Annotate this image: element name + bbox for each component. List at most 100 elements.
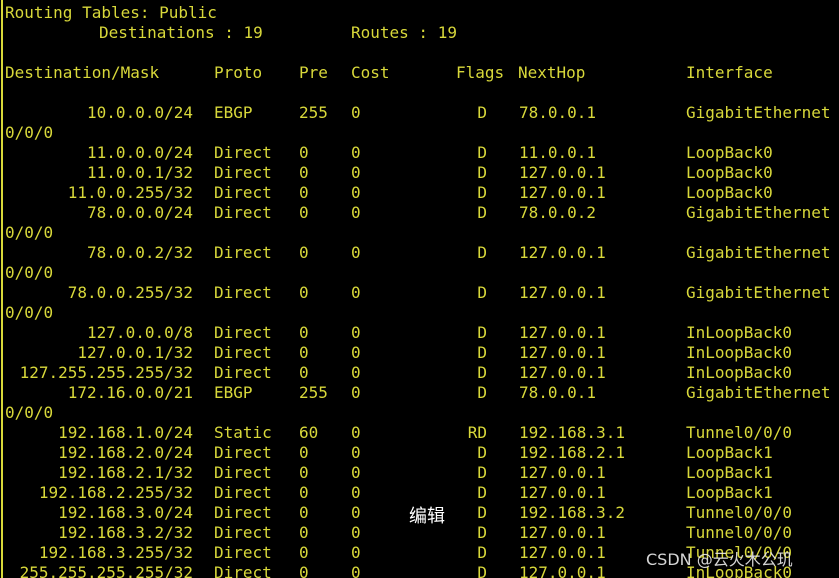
column-header-interface: Interface (686, 63, 773, 82)
route-cost: 0 (351, 183, 361, 202)
route-flags: D (477, 103, 487, 122)
route-destination: 192.168.3.255/32 (38, 543, 193, 562)
routing-table-title: Routing Tables: Public (5, 3, 217, 22)
route-nexthop: 78.0.0.1 (519, 383, 597, 402)
route-destination: 192.168.3.0/24 (58, 503, 193, 522)
route-preference: 0 (299, 463, 309, 482)
routing-table-title-line: Routing Tables: Public (0, 3, 839, 23)
table-row: 192.168.1.0/24 Static 60 0 RD 192.168.3.1 Tunn… (0, 423, 839, 443)
route-nexthop: 127.0.0.1 (519, 343, 606, 362)
route-destination: 192.168.2.1/32 (58, 463, 193, 482)
table-row-wrap: 0/0/0 (0, 403, 839, 423)
route-nexthop: 192.168.3.2 (519, 503, 625, 522)
route-destination: 192.168.3.2/32 (58, 523, 193, 542)
route-interface-wrap: 0/0/0 (5, 223, 54, 242)
route-nexthop: 127.0.0.1 (519, 283, 606, 302)
route-nexthop: 127.0.0.1 (519, 363, 606, 382)
route-destination: 10.0.0.0/24 (87, 103, 193, 122)
route-cost: 0 (351, 543, 361, 562)
route-preference: 0 (299, 243, 309, 262)
table-row: 11.0.0.1/32 Direct 0 0 D 127.0.0.1 LoopBack0 (0, 163, 839, 183)
route-preference: 255 (299, 103, 328, 122)
route-interface: GigabitEthernet (686, 103, 831, 122)
route-proto: Direct (214, 443, 272, 462)
route-interface: LoopBack0 (686, 183, 773, 202)
route-proto: Direct (214, 523, 272, 542)
route-preference: 0 (299, 323, 309, 342)
column-header-cost: Cost (351, 63, 390, 82)
route-flags: D (477, 443, 487, 462)
route-preference: 0 (299, 143, 309, 162)
route-interface: LoopBack0 (686, 163, 773, 182)
table-row: 192.168.2.0/24 Direct 0 0 D 192.168.2.1 LoopBa… (0, 443, 839, 463)
route-interface: LoopBack1 (686, 443, 773, 462)
table-row: 11.0.0.0/24 Direct 0 0 D 11.0.0.1 LoopBack0 (0, 143, 839, 163)
route-flags: D (477, 463, 487, 482)
terminal-window[interactable]: Routing Tables: Public Destinations : 19… (0, 0, 839, 578)
edit-button[interactable]: 编辑 (407, 502, 447, 528)
route-destination: 11.0.0.0/24 (87, 143, 193, 162)
route-proto: Direct (214, 143, 272, 162)
table-row: 78.0.0.255/32 Direct 0 0 D 127.0.0.1 GigabitEt… (0, 283, 839, 303)
route-proto: Direct (214, 183, 272, 202)
route-interface-wrap: 0/0/0 (5, 303, 54, 322)
route-nexthop: 127.0.0.1 (519, 543, 606, 562)
route-nexthop: 11.0.0.1 (519, 143, 597, 162)
table-row: 192.168.2.255/32 Direct 0 0 D 127.0.0.1 LoopBa… (0, 483, 839, 503)
route-preference: 0 (299, 163, 309, 182)
route-interface: LoopBack1 (686, 463, 773, 482)
route-proto: Direct (214, 283, 272, 302)
table-row: 127.0.0.1/32 Direct 0 0 D 127.0.0.1 InLoopBack… (0, 343, 839, 363)
route-nexthop: 192.168.2.1 (519, 443, 625, 462)
route-interface: InLoopBack0 (686, 323, 792, 342)
route-interface: GigabitEthernet (686, 203, 831, 222)
table-row: 172.16.0.0/21 EBGP 255 0 D 78.0.0.1 GigabitEth… (0, 383, 839, 403)
route-preference: 0 (299, 183, 309, 202)
column-header-row: Destination/Mask Proto Pre Cost Flags Ne… (0, 63, 839, 83)
route-interface-wrap: 0/0/0 (5, 403, 54, 422)
route-nexthop: 127.0.0.1 (519, 243, 606, 262)
route-cost: 0 (351, 323, 361, 342)
route-interface: LoopBack0 (686, 143, 773, 162)
route-destination: 127.0.0.1/32 (77, 343, 193, 362)
route-cost: 0 (351, 103, 361, 122)
column-header-destination: Destination/Mask (5, 63, 160, 82)
route-cost: 0 (351, 363, 361, 382)
route-proto: EBGP (214, 383, 253, 402)
route-destination: 127.0.0.0/8 (87, 323, 193, 342)
route-interface: Tunnel0/0/0 (686, 503, 792, 522)
table-row: 10.0.0.0/24 EBGP 255 0 D 78.0.0.1 GigabitEther… (0, 103, 839, 123)
table-row-wrap: 0/0/0 (0, 303, 839, 323)
route-cost: 0 (351, 163, 361, 182)
route-destination: 11.0.0.255/32 (67, 183, 193, 202)
route-flags: D (477, 323, 487, 342)
route-flags: D (477, 483, 487, 502)
route-destination: 127.255.255.255/32 (19, 363, 193, 382)
route-interface: GigabitEthernet (686, 283, 831, 302)
route-proto: Direct (214, 323, 272, 342)
column-header-pre: Pre (299, 63, 328, 82)
route-interface-wrap: 0/0/0 (5, 263, 54, 282)
route-destination: 11.0.0.1/32 (87, 163, 193, 182)
route-preference: 0 (299, 203, 309, 222)
route-proto: Direct (214, 343, 272, 362)
route-destination: 78.0.0.2/32 (87, 243, 193, 262)
route-flags: D (477, 383, 487, 402)
route-destination: 78.0.0.255/32 (67, 283, 193, 302)
route-interface: InLoopBack0 (686, 343, 792, 362)
route-cost: 0 (351, 483, 361, 502)
route-flags: D (477, 563, 487, 578)
route-proto: Direct (214, 163, 272, 182)
route-interface: GigabitEthernet (686, 243, 831, 262)
destinations-count: Destinations : 19 (99, 23, 263, 42)
column-header-nexthop: NextHop (518, 63, 586, 82)
route-proto: Direct (214, 463, 272, 482)
route-interface: LoopBack1 (686, 483, 773, 502)
table-row: 78.0.0.2/32 Direct 0 0 D 127.0.0.1 GigabitEthe… (0, 243, 839, 263)
route-flags: D (477, 343, 487, 362)
route-preference: 0 (299, 503, 309, 522)
route-destination: 192.168.2.0/24 (58, 443, 193, 462)
route-proto: Static (214, 423, 272, 442)
route-preference: 0 (299, 283, 309, 302)
route-cost: 0 (351, 563, 361, 578)
